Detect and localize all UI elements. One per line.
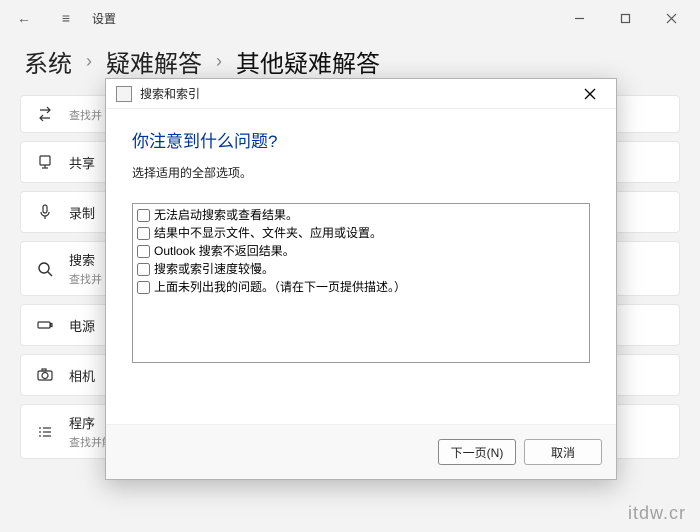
list-icon — [35, 422, 55, 442]
menu-button[interactable]: ≡ — [48, 0, 84, 36]
list-item-label: 电源 — [69, 316, 95, 335]
dialog-titlebar: 搜索和索引 — [106, 79, 616, 109]
cancel-button[interactable]: 取消 — [524, 439, 602, 465]
share-icon — [35, 152, 55, 172]
option-row[interactable]: 无法启动搜索或查看结果。 — [137, 206, 585, 224]
list-item-label: 录制 — [69, 203, 95, 222]
close-button[interactable] — [648, 0, 694, 36]
list-item-desc: 查找并 — [69, 271, 102, 287]
list-item-label: 搜索 — [69, 250, 102, 269]
app-title: 设置 — [92, 10, 116, 27]
option-row[interactable]: 结果中不显示文件、文件夹、应用或设置。 — [137, 224, 585, 242]
option-label: Outlook 搜索不返回结果。 — [154, 242, 295, 260]
chevron-right-icon: › — [86, 51, 92, 72]
breadcrumb-level2[interactable]: 疑难解答 — [106, 44, 202, 79]
chevron-right-icon: › — [216, 51, 222, 72]
list-item-label: 相机 — [69, 366, 95, 385]
breadcrumb-level3: 其他疑难解答 — [236, 44, 380, 79]
option-label: 上面未列出我的问题。（请在下一页提供描述。） — [154, 278, 406, 296]
back-button[interactable]: ← — [6, 0, 42, 36]
list-item-desc: 查找并 — [69, 107, 102, 123]
option-label: 搜索或索引速度较慢。 — [154, 260, 274, 278]
option-label: 无法启动搜索或查看结果。 — [154, 206, 298, 224]
camera-icon — [35, 365, 55, 385]
option-checkbox[interactable] — [137, 263, 150, 276]
option-checkbox[interactable] — [137, 245, 150, 258]
dialog-heading: 你注意到什么问题? — [132, 127, 590, 152]
maximize-button[interactable] — [602, 0, 648, 36]
dialog-footer: 下一页(N) 取消 — [106, 424, 616, 479]
option-checkbox[interactable] — [137, 281, 150, 294]
dialog-close-button[interactable] — [570, 80, 610, 108]
battery-icon — [35, 315, 55, 335]
dialog-title: 搜索和索引 — [140, 85, 200, 102]
search-icon — [35, 259, 55, 279]
options-listbox: 无法启动搜索或查看结果。 结果中不显示文件、文件夹、应用或设置。 Outlook… — [132, 203, 590, 363]
mic-icon — [35, 202, 55, 222]
troubleshooter-dialog: 搜索和索引 你注意到什么问题? 选择适用的全部选项。 无法启动搜索或查看结果。 … — [105, 78, 617, 480]
option-checkbox[interactable] — [137, 209, 150, 222]
arrows-icon — [35, 104, 55, 124]
option-checkbox[interactable] — [137, 227, 150, 240]
breadcrumb-level1[interactable]: 系统 — [24, 44, 72, 79]
option-label: 结果中不显示文件、文件夹、应用或设置。 — [154, 224, 382, 242]
window-titlebar: ← ≡ 设置 — [0, 0, 700, 36]
dialog-icon — [116, 86, 132, 102]
watermark: itdw.cr — [628, 503, 686, 524]
next-button[interactable]: 下一页(N) — [438, 439, 516, 465]
dialog-subtext: 选择适用的全部选项。 — [132, 164, 590, 181]
minimize-button[interactable] — [556, 0, 602, 36]
option-row[interactable]: 搜索或索引速度较慢。 — [137, 260, 585, 278]
option-row[interactable]: 上面未列出我的问题。（请在下一页提供描述。） — [137, 278, 585, 296]
option-row[interactable]: Outlook 搜索不返回结果。 — [137, 242, 585, 260]
list-item-label: 共享 — [69, 153, 95, 172]
